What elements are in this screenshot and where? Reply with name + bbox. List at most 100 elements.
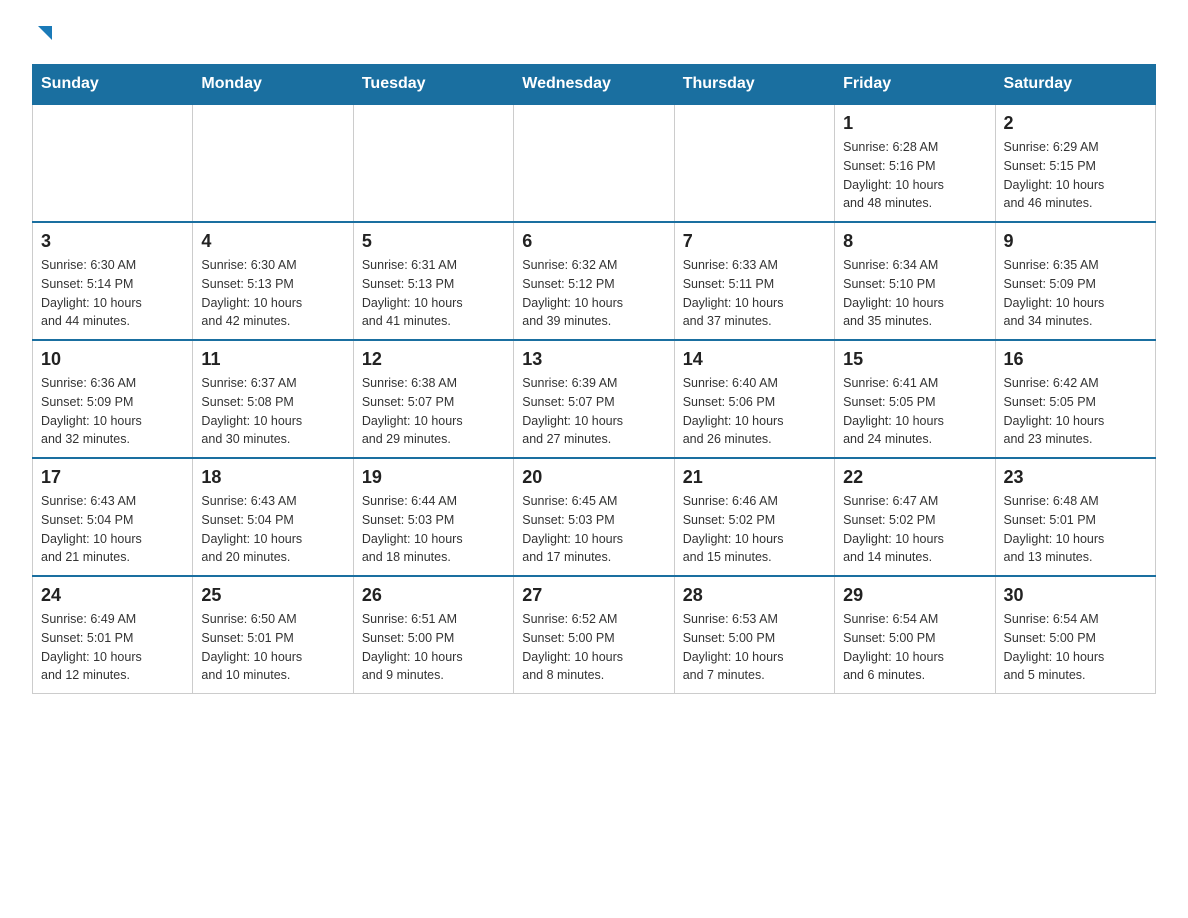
day-number: 4	[201, 231, 344, 252]
calendar-day-cell: 4 Sunrise: 6:30 AMSunset: 5:13 PMDaylight…	[193, 222, 353, 340]
day-info: Sunrise: 6:42 AMSunset: 5:05 PMDaylight:…	[1004, 374, 1147, 449]
calendar-day-cell: 29 Sunrise: 6:54 AMSunset: 5:00 PMDayligh…	[835, 576, 995, 694]
day-number: 17	[41, 467, 184, 488]
day-number: 21	[683, 467, 826, 488]
calendar-day-cell: 23 Sunrise: 6:48 AMSunset: 5:01 PMDayligh…	[995, 458, 1155, 576]
day-info: Sunrise: 6:54 AMSunset: 5:00 PMDaylight:…	[1004, 610, 1147, 685]
calendar-day-cell: 15Sunrise: 6:41 AMSunset: 5:05 PMDayligh…	[835, 340, 995, 458]
calendar-day-cell: 13 Sunrise: 6:39 AMSunset: 5:07 PMDayligh…	[514, 340, 674, 458]
logo-blue	[32, 24, 56, 46]
header-thursday: Thursday	[674, 65, 834, 105]
weekday-header-row: Sunday Monday Tuesday Wednesday Thursday…	[33, 65, 1156, 105]
calendar-day-cell: 2 Sunrise: 6:29 AMSunset: 5:15 PMDaylight…	[995, 104, 1155, 222]
page-header	[32, 24, 1156, 46]
calendar-header: Sunday Monday Tuesday Wednesday Thursday…	[33, 65, 1156, 105]
day-number: 26	[362, 585, 505, 606]
day-number: 12	[362, 349, 505, 370]
calendar-day-cell: 21 Sunrise: 6:46 AMSunset: 5:02 PMDayligh…	[674, 458, 834, 576]
day-info: Sunrise: 6:51 AMSunset: 5:00 PMDaylight:…	[362, 610, 505, 685]
calendar-day-cell: 8 Sunrise: 6:34 AMSunset: 5:10 PMDaylight…	[835, 222, 995, 340]
day-number: 30	[1004, 585, 1147, 606]
day-info: Sunrise: 6:35 AMSunset: 5:09 PMDaylight:…	[1004, 256, 1147, 331]
day-number: 11	[201, 349, 344, 370]
calendar-day-cell: 7 Sunrise: 6:33 AMSunset: 5:11 PMDaylight…	[674, 222, 834, 340]
calendar-day-cell: 16 Sunrise: 6:42 AMSunset: 5:05 PMDayligh…	[995, 340, 1155, 458]
day-number: 1	[843, 113, 986, 134]
day-number: 25	[201, 585, 344, 606]
day-info: Sunrise: 6:45 AMSunset: 5:03 PMDaylight:…	[522, 492, 665, 567]
calendar-day-cell	[514, 104, 674, 222]
day-info: Sunrise: 6:36 AMSunset: 5:09 PMDaylight:…	[41, 374, 184, 449]
day-info: Sunrise: 6:43 AMSunset: 5:04 PMDaylight:…	[201, 492, 344, 567]
header-saturday: Saturday	[995, 65, 1155, 105]
day-info: Sunrise: 6:53 AMSunset: 5:00 PMDaylight:…	[683, 610, 826, 685]
day-number: 29	[843, 585, 986, 606]
day-number: 10	[41, 349, 184, 370]
day-info: Sunrise: 6:34 AMSunset: 5:10 PMDaylight:…	[843, 256, 986, 331]
day-info: Sunrise: 6:46 AMSunset: 5:02 PMDaylight:…	[683, 492, 826, 567]
calendar-day-cell: 3 Sunrise: 6:30 AMSunset: 5:14 PMDaylight…	[33, 222, 193, 340]
day-info: Sunrise: 6:40 AMSunset: 5:06 PMDaylight:…	[683, 374, 826, 449]
day-info: Sunrise: 6:37 AMSunset: 5:08 PMDaylight:…	[201, 374, 344, 449]
day-info: Sunrise: 6:38 AMSunset: 5:07 PMDaylight:…	[362, 374, 505, 449]
day-number: 18	[201, 467, 344, 488]
calendar-day-cell: 28 Sunrise: 6:53 AMSunset: 5:00 PMDayligh…	[674, 576, 834, 694]
day-number: 22	[843, 467, 986, 488]
day-info: Sunrise: 6:33 AMSunset: 5:11 PMDaylight:…	[683, 256, 826, 331]
day-number: 15	[843, 349, 986, 370]
calendar-day-cell: 14Sunrise: 6:40 AMSunset: 5:06 PMDayligh…	[674, 340, 834, 458]
calendar-day-cell: 27 Sunrise: 6:52 AMSunset: 5:00 PMDayligh…	[514, 576, 674, 694]
day-number: 28	[683, 585, 826, 606]
day-info: Sunrise: 6:52 AMSunset: 5:00 PMDaylight:…	[522, 610, 665, 685]
calendar-week-row: 10 Sunrise: 6:36 AMSunset: 5:09 PMDayligh…	[33, 340, 1156, 458]
day-number: 16	[1004, 349, 1147, 370]
day-number: 23	[1004, 467, 1147, 488]
calendar-day-cell: 26 Sunrise: 6:51 AMSunset: 5:00 PMDayligh…	[353, 576, 513, 694]
calendar-day-cell	[33, 104, 193, 222]
day-number: 27	[522, 585, 665, 606]
day-info: Sunrise: 6:32 AMSunset: 5:12 PMDaylight:…	[522, 256, 665, 331]
calendar-day-cell	[353, 104, 513, 222]
calendar-day-cell: 25 Sunrise: 6:50 AMSunset: 5:01 PMDayligh…	[193, 576, 353, 694]
day-info: Sunrise: 6:30 AMSunset: 5:13 PMDaylight:…	[201, 256, 344, 331]
calendar-week-row: 3 Sunrise: 6:30 AMSunset: 5:14 PMDaylight…	[33, 222, 1156, 340]
calendar-day-cell: 30 Sunrise: 6:54 AMSunset: 5:00 PMDayligh…	[995, 576, 1155, 694]
day-number: 20	[522, 467, 665, 488]
day-info: Sunrise: 6:29 AMSunset: 5:15 PMDaylight:…	[1004, 138, 1147, 213]
day-info: Sunrise: 6:44 AMSunset: 5:03 PMDaylight:…	[362, 492, 505, 567]
calendar-day-cell: 9Sunrise: 6:35 AMSunset: 5:09 PMDaylight…	[995, 222, 1155, 340]
calendar-day-cell: 17 Sunrise: 6:43 AMSunset: 5:04 PMDayligh…	[33, 458, 193, 576]
day-info: Sunrise: 6:39 AMSunset: 5:07 PMDaylight:…	[522, 374, 665, 449]
calendar-day-cell: 11 Sunrise: 6:37 AMSunset: 5:08 PMDayligh…	[193, 340, 353, 458]
calendar-day-cell: 19 Sunrise: 6:44 AMSunset: 5:03 PMDayligh…	[353, 458, 513, 576]
day-info: Sunrise: 6:28 AMSunset: 5:16 PMDaylight:…	[843, 138, 986, 213]
header-monday: Monday	[193, 65, 353, 105]
day-number: 19	[362, 467, 505, 488]
calendar-day-cell: 18 Sunrise: 6:43 AMSunset: 5:04 PMDayligh…	[193, 458, 353, 576]
day-number: 2	[1004, 113, 1147, 134]
day-info: Sunrise: 6:54 AMSunset: 5:00 PMDaylight:…	[843, 610, 986, 685]
day-info: Sunrise: 6:30 AMSunset: 5:14 PMDaylight:…	[41, 256, 184, 331]
calendar-day-cell: 6 Sunrise: 6:32 AMSunset: 5:12 PMDaylight…	[514, 222, 674, 340]
day-number: 24	[41, 585, 184, 606]
calendar-body: 1 Sunrise: 6:28 AMSunset: 5:16 PMDaylight…	[33, 104, 1156, 694]
calendar-week-row: 24Sunrise: 6:49 AMSunset: 5:01 PMDayligh…	[33, 576, 1156, 694]
day-number: 13	[522, 349, 665, 370]
day-number: 8	[843, 231, 986, 252]
calendar-day-cell: 1 Sunrise: 6:28 AMSunset: 5:16 PMDaylight…	[835, 104, 995, 222]
day-info: Sunrise: 6:31 AMSunset: 5:13 PMDaylight:…	[362, 256, 505, 331]
calendar-day-cell: 24Sunrise: 6:49 AMSunset: 5:01 PMDayligh…	[33, 576, 193, 694]
day-info: Sunrise: 6:43 AMSunset: 5:04 PMDaylight:…	[41, 492, 184, 567]
day-info: Sunrise: 6:50 AMSunset: 5:01 PMDaylight:…	[201, 610, 344, 685]
day-number: 3	[41, 231, 184, 252]
day-number: 7	[683, 231, 826, 252]
calendar-table: Sunday Monday Tuesday Wednesday Thursday…	[32, 64, 1156, 694]
calendar-day-cell: 5Sunrise: 6:31 AMSunset: 5:13 PMDaylight…	[353, 222, 513, 340]
logo-arrow-icon	[34, 24, 56, 46]
calendar-day-cell: 20 Sunrise: 6:45 AMSunset: 5:03 PMDayligh…	[514, 458, 674, 576]
calendar-day-cell: 12 Sunrise: 6:38 AMSunset: 5:07 PMDayligh…	[353, 340, 513, 458]
header-tuesday: Tuesday	[353, 65, 513, 105]
day-info: Sunrise: 6:48 AMSunset: 5:01 PMDaylight:…	[1004, 492, 1147, 567]
day-number: 6	[522, 231, 665, 252]
calendar-week-row: 17 Sunrise: 6:43 AMSunset: 5:04 PMDayligh…	[33, 458, 1156, 576]
